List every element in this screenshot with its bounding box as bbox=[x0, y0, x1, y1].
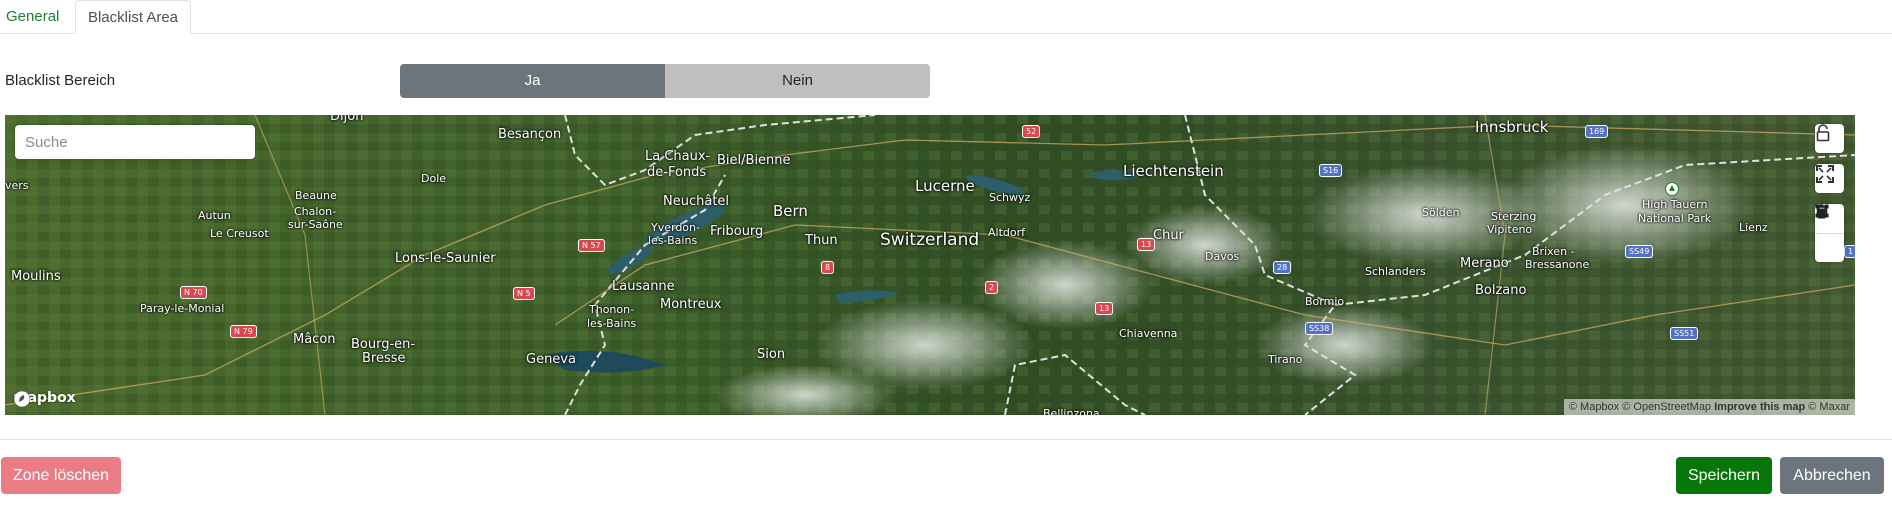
road-shield: N 79 bbox=[230, 325, 257, 338]
national-park-icon bbox=[1665, 182, 1679, 196]
footer-divider bbox=[0, 439, 1892, 440]
road-shield: SS51 bbox=[1670, 327, 1699, 340]
delete-zone-button[interactable]: Zone löschen bbox=[1, 457, 121, 494]
map-attribution: © Mapbox © OpenStreetMap Improve this ma… bbox=[1563, 399, 1855, 415]
trash-icon bbox=[1815, 204, 1828, 219]
map-view[interactable]: Dijon Besançon La Chaux- de-Fonds Biel/B… bbox=[5, 115, 1855, 415]
attribution-mapbox-link[interactable]: © Mapbox bbox=[1569, 401, 1619, 413]
toggle-nein-button[interactable]: Nein bbox=[665, 64, 930, 98]
road-shield: 28 bbox=[1273, 261, 1292, 274]
attribution-osm-link[interactable]: © OpenStreetMap bbox=[1622, 401, 1711, 413]
map-search-input[interactable] bbox=[15, 125, 255, 159]
map-lock-button[interactable] bbox=[1815, 124, 1844, 153]
tab-blacklist-area[interactable]: Blacklist Area bbox=[75, 0, 191, 34]
tab-bar: General Blacklist Area bbox=[0, 0, 1892, 34]
fullscreen-icon bbox=[1816, 165, 1834, 183]
road-shield: 8 bbox=[821, 261, 835, 274]
blacklist-toggle: Ja Nein bbox=[400, 64, 930, 98]
mapbox-logo[interactable]: mapbox bbox=[13, 390, 76, 408]
tab-general[interactable]: General bbox=[6, 0, 59, 33]
map-fullscreen-button[interactable] bbox=[1815, 164, 1844, 193]
satellite-map-background bbox=[5, 115, 1855, 415]
attribution-maxar-link[interactable]: © Maxar bbox=[1808, 401, 1850, 413]
road-shield: 13 bbox=[1095, 302, 1114, 315]
save-button[interactable]: Speichern bbox=[1676, 457, 1772, 494]
road-shield: 13 bbox=[1137, 238, 1156, 251]
road-shield: SS38 bbox=[1305, 322, 1334, 335]
road-shield: 52 bbox=[1022, 125, 1041, 138]
road-shield: 1 bbox=[1844, 245, 1855, 258]
cancel-button[interactable]: Abbrechen bbox=[1780, 457, 1884, 494]
road-shield: SS49 bbox=[1625, 245, 1654, 258]
road-shield: N 57 bbox=[578, 239, 605, 252]
road-shield: 169 bbox=[1585, 125, 1609, 138]
draw-trash-button[interactable] bbox=[1815, 204, 1844, 262]
mapbox-logo-icon bbox=[13, 390, 31, 408]
draw-controls bbox=[1815, 204, 1844, 262]
toggle-ja-button[interactable]: Ja bbox=[400, 64, 665, 98]
lock-icon bbox=[1816, 124, 1830, 142]
road-shield: S16 bbox=[1319, 164, 1343, 177]
road-shield: 2 bbox=[985, 281, 999, 294]
road-shield: N 70 bbox=[180, 286, 207, 299]
blacklist-bereich-label: Blacklist Bereich bbox=[5, 72, 116, 89]
attribution-improve-link[interactable]: Improve this map bbox=[1714, 401, 1805, 413]
road-shield: N 5 bbox=[513, 287, 535, 300]
